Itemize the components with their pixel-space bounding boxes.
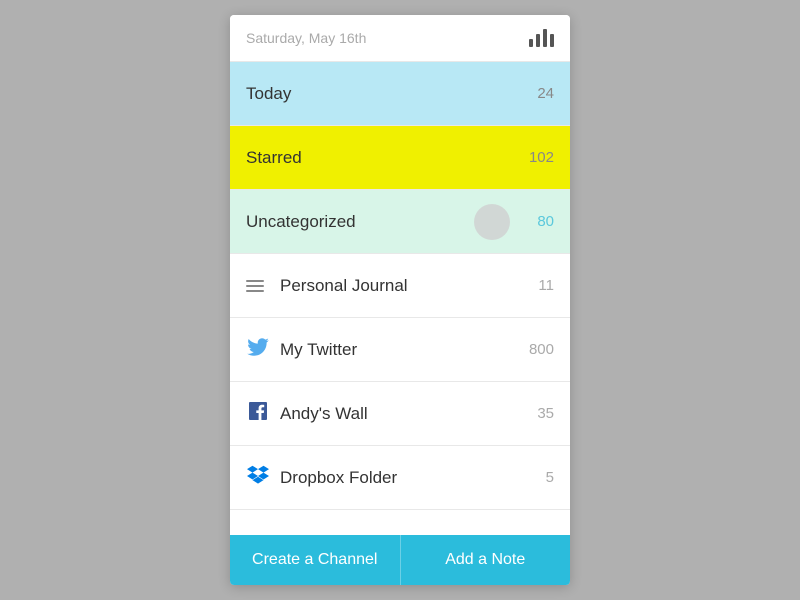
my-twitter-count: 800 [529,341,554,358]
travel-journal-label: Travel Journal [280,532,387,536]
personal-journal-count: 11 [538,277,554,294]
uncategorized-count: 80 [537,213,554,230]
channel-list: Today 24 Starred 102 Uncategorized 80 [230,62,570,535]
list-item-today[interactable]: Today 24 [230,62,570,126]
andys-wall-count: 35 [537,405,554,422]
today-label: Today [246,84,291,104]
personal-journal-label: Personal Journal [280,276,408,296]
list-item-my-twitter[interactable]: My Twitter 800 [230,318,570,382]
lines-icon [246,280,270,292]
drag-handle[interactable] [474,204,510,240]
dropbox-folder-count: 5 [546,469,554,486]
dropbox-folder-label: Dropbox Folder [280,468,397,488]
create-channel-button[interactable]: Create a Channel [230,535,401,585]
header: Saturday, May 16th [230,15,570,62]
starred-count: 102 [529,149,554,166]
list-item-uncategorized[interactable]: Uncategorized 80 [230,190,570,254]
filter-icon[interactable] [529,29,554,47]
list-item-travel-journal[interactable]: Travel Journal 11 [230,510,570,535]
list-item-personal-journal[interactable]: Personal Journal 11 [230,254,570,318]
my-twitter-label: My Twitter [280,340,357,360]
twitter-icon [246,338,270,361]
today-count: 24 [537,85,554,102]
list-item-dropbox-folder[interactable]: Dropbox Folder 5 [230,446,570,510]
app-container: Saturday, May 16th Today 24 Starred 102 [230,15,570,585]
add-note-button[interactable]: Add a Note [401,535,571,585]
footer: Create a Channel Add a Note [230,535,570,585]
dropbox-icon [246,465,270,490]
list-item-starred[interactable]: Starred 102 [230,126,570,190]
andys-wall-label: Andy's Wall [280,404,368,424]
facebook-icon [246,402,270,425]
uncategorized-label: Uncategorized [246,212,356,232]
header-date: Saturday, May 16th [246,30,366,46]
travel-journal-count: 11 [538,533,554,535]
list-item-andys-wall[interactable]: Andy's Wall 35 [230,382,570,446]
starred-label: Starred [246,148,302,168]
